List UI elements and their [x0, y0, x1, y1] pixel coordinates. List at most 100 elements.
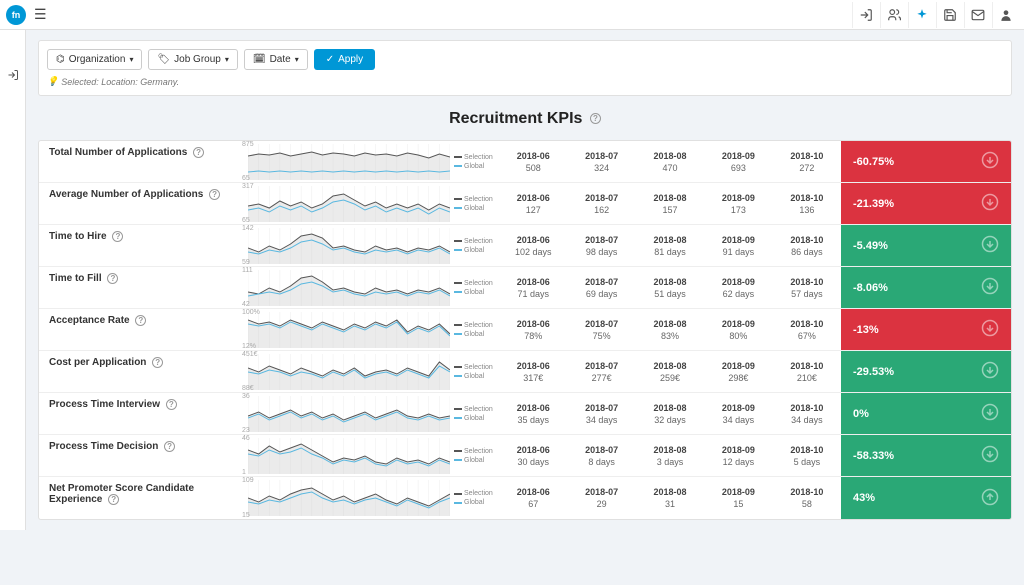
- value-number: 83%: [636, 331, 704, 341]
- info-icon[interactable]: ?: [166, 399, 177, 410]
- value-col: 2018-083 days: [636, 435, 704, 476]
- change-value: 0%: [853, 408, 869, 420]
- value-number: 317€: [499, 373, 567, 383]
- org-icon: ⌬: [56, 54, 65, 65]
- kpi-label: Average Number of Applications ?: [39, 183, 244, 224]
- value-col: 2018-0915: [704, 477, 772, 519]
- mail-icon[interactable]: [964, 2, 990, 28]
- filter-bar: ⌬ Organization ▾ 🏷 Job Group ▾ 🗓 Date ▾ …: [38, 40, 1012, 96]
- value-date: 2018-07: [567, 277, 635, 287]
- value-number: 78%: [499, 331, 567, 341]
- kpi-row: Average Number of Applications ? 317 65 …: [39, 183, 1011, 225]
- value-col: 2018-0851 days: [636, 267, 704, 308]
- save-icon[interactable]: [936, 2, 962, 28]
- info-icon[interactable]: ?: [209, 189, 220, 200]
- apply-button[interactable]: ✓ Apply: [314, 49, 375, 70]
- value-date: 2018-06: [499, 193, 567, 203]
- value-number: 259€: [636, 373, 704, 383]
- kpi-legend: Selection Global: [454, 267, 499, 308]
- value-number: 34 days: [773, 415, 841, 425]
- value-col: 2018-1086 days: [773, 225, 841, 266]
- value-date: 2018-09: [704, 193, 772, 203]
- value-col: 2018-0678%: [499, 309, 567, 350]
- value-date: 2018-08: [636, 193, 704, 203]
- kpi-values: 2018-0635 days2018-0734 days2018-0832 da…: [499, 393, 841, 434]
- group-icon[interactable]: [880, 2, 906, 28]
- value-col: 2018-10210€: [773, 351, 841, 392]
- calendar-icon: 🗓: [253, 54, 266, 65]
- value-col: 2018-09 91 days: [704, 225, 772, 266]
- kpi-values: 2018-06102 days2018-0798 days2018-0881 d…: [499, 225, 841, 266]
- value-number: 29: [567, 499, 635, 509]
- value-date: 2018-09: [704, 235, 772, 245]
- value-col: 2018-1057 days: [773, 267, 841, 308]
- value-number: 32 days: [636, 415, 704, 425]
- value-col: 2018-06 127: [499, 183, 567, 224]
- kpi-legend: Selection Global: [454, 183, 499, 224]
- info-icon[interactable]: ?: [590, 113, 601, 124]
- topbar-right: [852, 2, 1018, 28]
- value-col: 2018-06102 days: [499, 225, 567, 266]
- selected-filters: 💡 Selected: Location: Germany.: [47, 76, 1003, 87]
- info-icon[interactable]: ?: [107, 273, 118, 284]
- info-icon[interactable]: ?: [152, 357, 163, 368]
- value-date: 2018-10: [773, 235, 841, 245]
- change-value: -5.49%: [853, 240, 888, 252]
- value-date: 2018-06: [499, 487, 567, 497]
- sparkle-icon[interactable]: [908, 2, 934, 28]
- job-group-filter[interactable]: 🏷 Job Group ▾: [148, 49, 237, 70]
- value-number: 324: [567, 163, 635, 173]
- arrow-down-icon: [981, 235, 999, 256]
- user-icon[interactable]: [992, 2, 1018, 28]
- value-date: 2018-06: [499, 151, 567, 161]
- value-date: 2018-10: [773, 361, 841, 371]
- value-date: 2018-08: [636, 487, 704, 497]
- value-number: 127: [499, 205, 567, 215]
- info-icon[interactable]: ?: [108, 494, 119, 505]
- value-number: 31: [636, 499, 704, 509]
- value-number: 30 days: [499, 457, 567, 467]
- hamburger-icon[interactable]: ☰: [34, 6, 47, 23]
- value-col: 2018-10272: [773, 141, 841, 182]
- value-date: 2018-07: [567, 361, 635, 371]
- caret-down-icon: ▾: [129, 55, 133, 64]
- kpi-label: Cost per Application ?: [39, 351, 244, 392]
- value-number: 91 days: [704, 247, 772, 257]
- sidebar-login-icon[interactable]: [0, 60, 26, 90]
- info-icon[interactable]: ?: [193, 147, 204, 158]
- value-col: 2018-1067%: [773, 309, 841, 350]
- value-col: 2018-0635 days: [499, 393, 567, 434]
- info-icon[interactable]: ?: [112, 231, 123, 242]
- value-number: 277€: [567, 373, 635, 383]
- kpi-values: 2018-065082018-073242018-084702018-09693…: [499, 141, 841, 182]
- kpi-legend: Selection Global: [454, 477, 499, 519]
- info-icon[interactable]: ?: [135, 315, 146, 326]
- bulb-icon: 💡: [47, 76, 58, 87]
- arrow-down-icon: [981, 151, 999, 172]
- kpi-label: Process Time Decision ?: [39, 435, 244, 476]
- value-number: 508: [499, 163, 567, 173]
- value-number: 34 days: [567, 415, 635, 425]
- kpi-change-badge: -13%: [841, 309, 1011, 350]
- sidebar: [0, 30, 26, 530]
- value-col: 2018-0769 days: [567, 267, 635, 308]
- value-date: 2018-06: [499, 445, 567, 455]
- date-filter[interactable]: 🗓 Date ▾: [244, 49, 308, 70]
- kpi-row: Acceptance Rate ? 100% 12% Selection Glo…: [39, 309, 1011, 351]
- kpi-sparkline: 100% 12%: [244, 309, 454, 350]
- value-col: 2018-08157: [636, 183, 704, 224]
- value-date: 2018-10: [773, 445, 841, 455]
- value-number: 75%: [567, 331, 635, 341]
- info-icon[interactable]: ?: [164, 441, 175, 452]
- kpi-label: Process Time Interview ?: [39, 393, 244, 434]
- main: ⌬ Organization ▾ 🏷 Job Group ▾ 🗓 Date ▾ …: [0, 30, 1024, 530]
- arrow-down-icon: [981, 403, 999, 424]
- value-col: 2018-105 days: [773, 435, 841, 476]
- app-logo[interactable]: fn: [6, 5, 26, 25]
- arrow-down-icon: [981, 193, 999, 214]
- organization-filter[interactable]: ⌬ Organization ▾: [47, 49, 142, 70]
- value-col: 2018-0798 days: [567, 225, 635, 266]
- login-icon[interactable]: [852, 2, 878, 28]
- org-label: Organization: [69, 54, 126, 65]
- value-date: 2018-07: [567, 403, 635, 413]
